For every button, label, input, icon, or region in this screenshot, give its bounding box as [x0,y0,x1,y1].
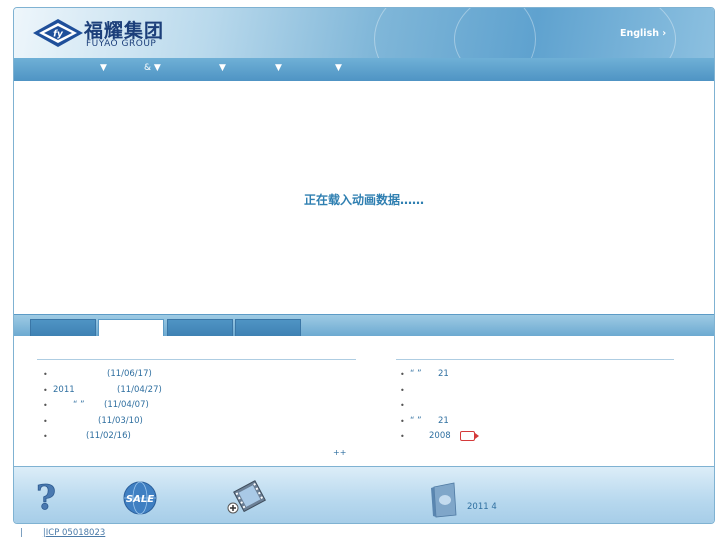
list-item[interactable] [398,398,688,414]
more-link[interactable]: ++ [333,448,346,457]
list-item[interactable]: “ ” 21 [398,367,688,383]
help-question-icon[interactable]: ? [32,479,60,515]
video-icon [459,430,479,441]
nav-item-2[interactable]: & ▼ [144,63,161,73]
list-item[interactable]: (11/06/17) [41,367,361,383]
news-list-right: “ ” 21 “ ” 21 2008 [398,367,688,445]
footer-icon-band: ? SALE 2011 4 [14,466,714,523]
list-item[interactable]: “ ” 21 [398,414,688,430]
news-list-left: (11/06/17) 2011(11/04/27) “ ”(11/04/07) … [41,367,361,445]
tab-3[interactable] [167,319,233,337]
news-tab-strip [14,314,714,338]
svg-text:SALE: SALE [126,494,154,505]
divider [37,359,356,360]
list-item[interactable]: 2008 [398,429,688,445]
news-date: (11/04/27) [117,384,162,395]
nav-item-3[interactable]: ▼ [219,63,226,73]
page-frame: fy 福耀集团 FUYAO GROUP English › ▼ & ▼ ▼ ▼ … [13,7,715,524]
icp-license-link[interactable]: | |ICP 05018023 [18,528,107,538]
news-date: (11/03/10) [98,415,143,426]
tab-1[interactable] [30,319,96,337]
news-title: “ ” [73,400,85,410]
svg-text:fy: fy [53,30,64,40]
nav-item-1[interactable]: ▼ [100,63,107,73]
news-title: “ ” [410,369,422,379]
news-title: 2011 [53,384,75,395]
list-item[interactable]: (11/02/16) [41,429,361,445]
icp-number: ICP 05018023 [45,528,106,538]
news-extra: 21 [438,369,449,379]
nav-item-4[interactable]: ▼ [275,63,282,73]
site-header: fy 福耀集团 FUYAO GROUP English › [14,8,714,100]
english-link[interactable]: English › [620,28,666,39]
news-content: (11/06/17) 2011(11/04/27) “ ”(11/04/07) … [14,336,714,466]
news-title: “ ” [410,415,422,426]
list-item[interactable]: 2011 (11/04/27) [41,383,361,399]
news-extra: 2008 [429,431,451,441]
news-extra: 21 [438,415,449,426]
news-date: (11/04/07) [104,400,149,410]
logo-english: FUYAO GROUP [86,39,157,49]
news-date: (11/06/17) [107,369,152,379]
film-add-icon[interactable] [226,477,270,517]
annual-report-book-icon[interactable] [430,481,460,519]
flash-banner-area: 正在载入动画数据…… [14,81,714,314]
loading-message: 正在载入动画数据…… [303,193,424,207]
divider [396,359,674,360]
tab-4[interactable] [235,319,301,337]
fuyao-logo-icon[interactable]: fy [32,18,84,48]
list-item[interactable]: “ ” (11/04/07) [41,398,361,414]
nav-item-5[interactable]: ▼ [335,63,342,73]
chevron-right-icon: › [662,28,667,39]
main-nav: ▼ & ▼ ▼ ▼ ▼ [14,58,714,81]
english-link-label: English [620,28,659,39]
sale-globe-icon[interactable]: SALE [121,480,159,516]
list-item[interactable] [398,383,688,399]
annual-report-label[interactable]: 2011 4 [467,502,497,512]
list-item[interactable]: (11/03/10) [41,414,361,430]
svg-text:?: ? [36,479,56,515]
news-date: (11/02/16) [86,431,131,441]
